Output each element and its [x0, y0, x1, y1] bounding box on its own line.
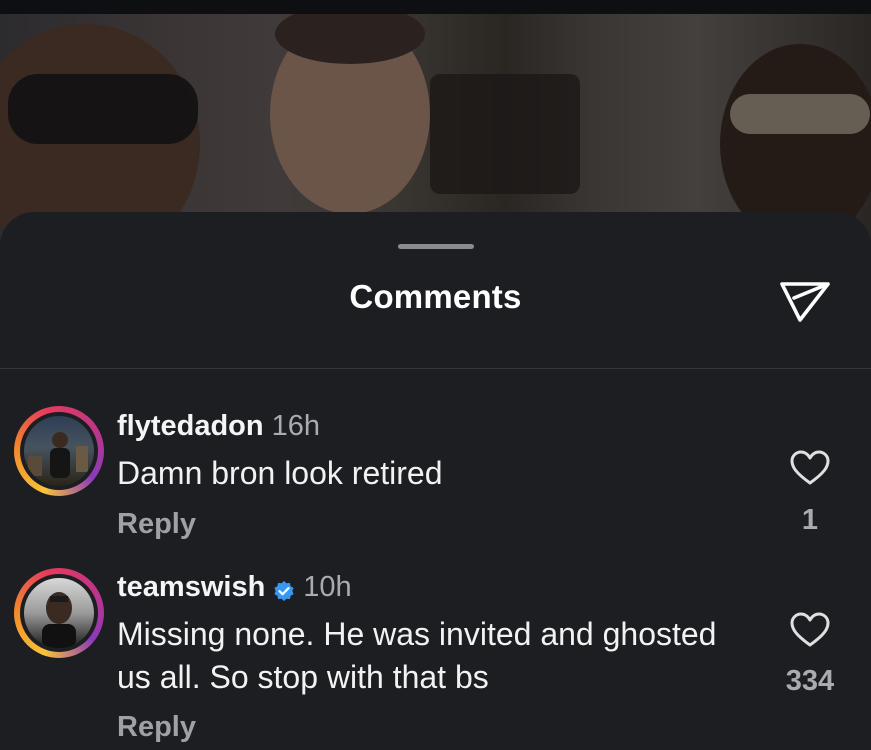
- comment-username[interactable]: flytedadon 16h: [117, 410, 320, 443]
- comment-text: Missing none. He was invited and ghosted…: [117, 616, 717, 695]
- comment-time: 16h: [271, 410, 321, 442]
- verified-badge-icon: [273, 577, 295, 602]
- paper-plane-icon[interactable]: [778, 276, 832, 324]
- reply-button[interactable]: Reply: [117, 508, 196, 541]
- like-count: 334: [785, 665, 835, 697]
- comment-time: 10h: [303, 571, 352, 603]
- reply-button[interactable]: Reply: [117, 711, 196, 744]
- post-image: [0, 14, 871, 244]
- avatar[interactable]: [14, 568, 104, 658]
- header-divider: [0, 368, 871, 369]
- like-count: 1: [801, 504, 819, 536]
- drag-handle[interactable]: [398, 244, 474, 249]
- comment-username[interactable]: teamswish 10h: [117, 571, 352, 604]
- heart-icon[interactable]: [790, 612, 830, 648]
- avatar[interactable]: [14, 406, 104, 496]
- status-bar: [0, 0, 871, 14]
- sheet-title: Comments: [349, 278, 522, 315]
- heart-icon[interactable]: [790, 450, 830, 486]
- comment-text: Damn bron look retired: [117, 455, 443, 491]
